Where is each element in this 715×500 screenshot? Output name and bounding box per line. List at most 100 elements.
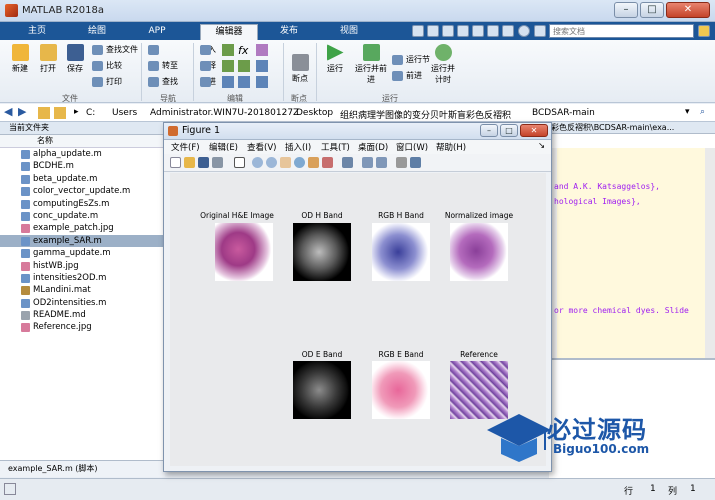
breakpoints-button[interactable]: 断点 bbox=[288, 54, 312, 84]
colorbar-icon[interactable] bbox=[362, 157, 373, 168]
chevron-down-icon[interactable]: ▾ bbox=[685, 107, 697, 119]
uncomment-icon[interactable] bbox=[238, 60, 250, 72]
maximize-button[interactable]: □ bbox=[640, 2, 664, 18]
crumb-drive[interactable]: C: bbox=[86, 108, 95, 118]
run-button[interactable]: 运行 bbox=[322, 44, 348, 74]
code-line[interactable]: and A.K. Katsaggelos}, bbox=[554, 182, 660, 191]
figure-title-bar[interactable]: Figure 1 – □ ✕ bbox=[164, 123, 551, 140]
tab-editor[interactable]: 编辑器 bbox=[200, 24, 258, 40]
copy-quick-icon[interactable] bbox=[442, 25, 454, 37]
browse-folder-icon[interactable] bbox=[54, 107, 66, 119]
run-time-button[interactable]: 运行并计时 bbox=[428, 44, 458, 85]
close-button[interactable]: ✕ bbox=[666, 2, 710, 18]
file-item[interactable]: alpha_update.m bbox=[0, 148, 164, 160]
crumb-admin[interactable]: Administrator.WIN7U-20180127Z bbox=[150, 108, 299, 118]
cut-quick-icon[interactable] bbox=[427, 25, 439, 37]
file-item[interactable]: example_patch.jpg bbox=[0, 222, 164, 234]
help-icon[interactable] bbox=[518, 25, 530, 37]
print-button[interactable]: 打印 bbox=[92, 76, 122, 88]
goto-button[interactable]: 转至 bbox=[148, 60, 178, 72]
redo-quick-icon[interactable] bbox=[487, 25, 499, 37]
link-plot-icon[interactable] bbox=[342, 157, 353, 168]
file-item[interactable]: beta_update.m bbox=[0, 173, 164, 185]
file-item[interactable]: computingEsZs.m bbox=[0, 198, 164, 210]
smart-indent-icon[interactable] bbox=[222, 76, 234, 88]
indent-button[interactable]: 缩进 bbox=[200, 76, 216, 88]
data-cursor-icon[interactable] bbox=[308, 157, 319, 168]
tab-apps[interactable]: APP bbox=[128, 24, 186, 40]
switch-window-icon[interactable] bbox=[502, 25, 514, 37]
find-button[interactable]: 查找 bbox=[148, 76, 178, 88]
print-figure-icon[interactable] bbox=[212, 157, 223, 168]
fx-icon[interactable]: fx bbox=[238, 44, 248, 57]
file-item[interactable]: intensities2OD.m bbox=[0, 272, 164, 284]
advance-button[interactable]: 前进 bbox=[392, 70, 422, 82]
paste-quick-icon[interactable] bbox=[457, 25, 469, 37]
legend-icon[interactable] bbox=[376, 157, 387, 168]
save-button[interactable]: 保存 bbox=[63, 44, 87, 74]
zoom-out-icon[interactable] bbox=[266, 157, 277, 168]
rotate-icon[interactable] bbox=[294, 157, 305, 168]
pan-icon[interactable] bbox=[280, 157, 291, 168]
crumb-desktop[interactable]: Desktop bbox=[296, 108, 333, 118]
wrap-comment-icon[interactable] bbox=[256, 60, 268, 72]
show-plot-tools-icon[interactable] bbox=[410, 157, 421, 168]
file-item[interactable]: README.md bbox=[0, 309, 164, 321]
tab-publish[interactable]: 发布 bbox=[260, 24, 318, 40]
code-line[interactable]: hological Images}, bbox=[554, 197, 641, 206]
notification-icon[interactable] bbox=[698, 25, 710, 37]
file-item[interactable]: MLandini.mat bbox=[0, 284, 164, 296]
figure-close-button[interactable]: ✕ bbox=[520, 124, 548, 137]
tab-home[interactable]: 主页 bbox=[8, 24, 66, 40]
insert-section-icon[interactable] bbox=[222, 44, 234, 56]
hide-plot-tools-icon[interactable] bbox=[396, 157, 407, 168]
comment-button[interactable]: 注释 bbox=[200, 60, 216, 72]
insert-function-icon[interactable] bbox=[256, 44, 268, 56]
run-section-button[interactable]: 运行节 bbox=[392, 54, 430, 66]
up-folder-icon[interactable] bbox=[38, 107, 50, 119]
file-item[interactable]: color_vector_update.m bbox=[0, 185, 164, 197]
menu-view[interactable]: 查看(V) bbox=[247, 141, 276, 153]
file-item[interactable]: gamma_update.m bbox=[0, 247, 164, 259]
menu-file[interactable]: 文件(F) bbox=[171, 141, 200, 153]
search-icon[interactable]: ⌕ bbox=[700, 107, 712, 119]
indent-icon[interactable] bbox=[238, 76, 250, 88]
zoom-in-icon[interactable] bbox=[252, 157, 263, 168]
compare-button[interactable]: 比较 bbox=[92, 60, 122, 72]
nav-back-button[interactable] bbox=[148, 44, 178, 56]
dropdown-icon[interactable] bbox=[534, 25, 546, 37]
tab-view[interactable]: 视图 bbox=[320, 24, 378, 40]
menu-tools[interactable]: 工具(T) bbox=[321, 141, 350, 153]
undo-quick-icon[interactable] bbox=[472, 25, 484, 37]
open-file-icon[interactable] bbox=[184, 157, 195, 168]
menu-help[interactable]: 帮助(H) bbox=[436, 141, 466, 153]
menu-edit[interactable]: 编辑(E) bbox=[209, 141, 238, 153]
run-advance-button[interactable]: 运行并前进 bbox=[354, 44, 388, 85]
crumb-bcdsar[interactable]: BCDSAR-main bbox=[532, 108, 595, 118]
new-figure-icon[interactable] bbox=[170, 157, 181, 168]
comment-icon[interactable] bbox=[222, 60, 234, 72]
file-item[interactable]: histWB.jpg bbox=[0, 260, 164, 272]
crumb-users[interactable]: Users bbox=[112, 108, 137, 118]
file-item[interactable]: BCDHE.m bbox=[0, 160, 164, 172]
menu-desktop[interactable]: 桌面(D) bbox=[358, 141, 388, 153]
insert-button[interactable]: 插入 bbox=[200, 44, 216, 56]
menu-window[interactable]: 窗口(W) bbox=[396, 141, 428, 153]
file-item[interactable]: Reference.jpg bbox=[0, 321, 164, 333]
brush-icon[interactable] bbox=[322, 157, 333, 168]
crumb-project[interactable]: 组织病理学图像的变分贝叶斯盲彩色反褶积 bbox=[340, 108, 511, 121]
forward-arrow-icon[interactable]: ▶ bbox=[18, 105, 30, 118]
minimize-button[interactable]: – bbox=[614, 2, 638, 18]
tab-plots[interactable]: 绘图 bbox=[68, 24, 126, 40]
figure-minimize-button[interactable]: – bbox=[480, 124, 498, 137]
save-quick-icon[interactable] bbox=[412, 25, 424, 37]
file-item[interactable]: conc_update.m bbox=[0, 210, 164, 222]
find-files-button[interactable]: 查找文件 bbox=[92, 44, 138, 56]
search-input[interactable] bbox=[549, 24, 694, 38]
code-line[interactable]: or more chemical dyes. Slide bbox=[554, 306, 689, 315]
back-arrow-icon[interactable]: ◀ bbox=[4, 105, 16, 118]
new-button[interactable]: 新建 bbox=[8, 44, 32, 74]
outdent-icon[interactable] bbox=[256, 76, 268, 88]
column-name[interactable]: 名称 bbox=[0, 135, 164, 148]
file-item-selected[interactable]: example_SAR.m bbox=[0, 234, 164, 248]
